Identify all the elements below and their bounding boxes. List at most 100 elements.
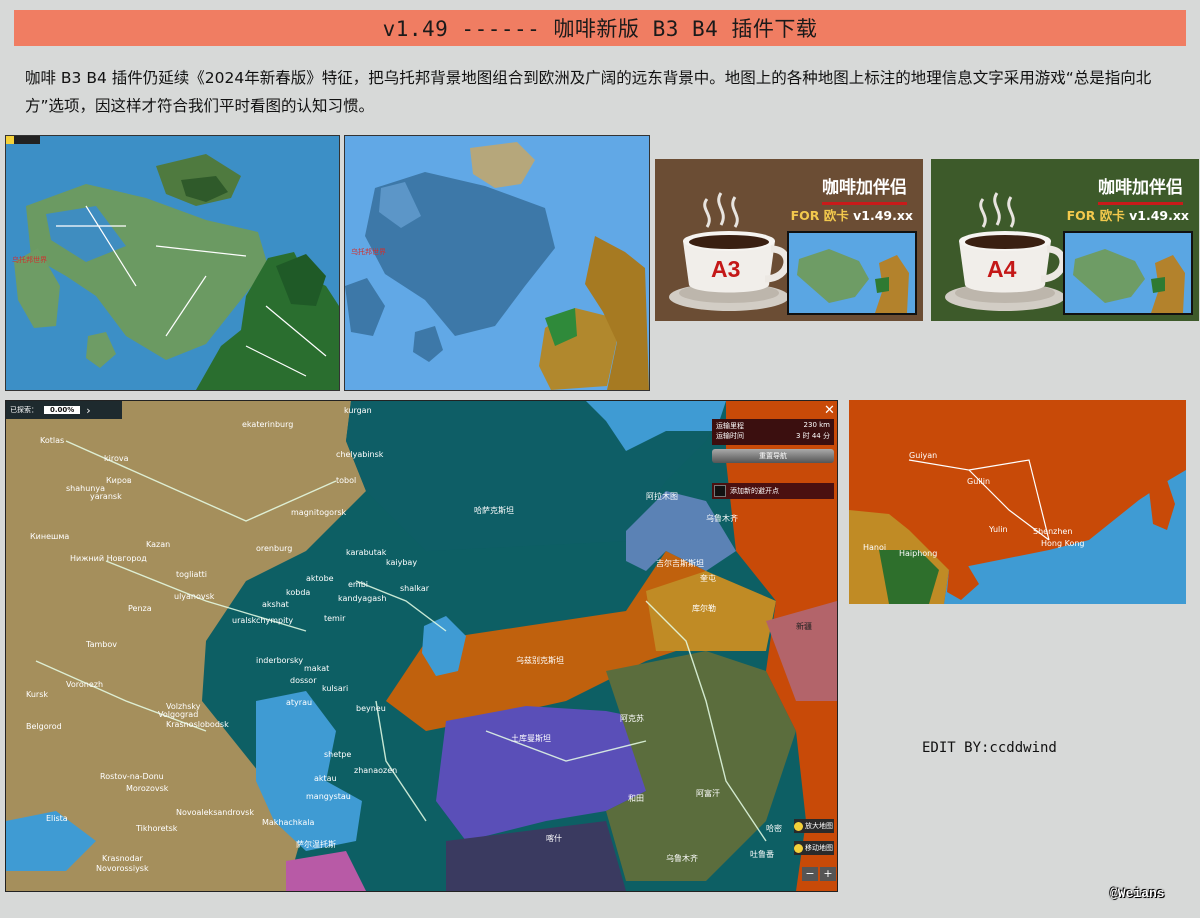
download-card-a4[interactable]: 咖啡加伴侣 FOR 欧卡 v1.49.xx A4: [931, 159, 1199, 321]
preview-map-satellite: 乌托邦世界: [5, 135, 340, 391]
card-title: 咖啡加伴侣: [1098, 173, 1183, 205]
zoom-in-button[interactable]: +: [820, 867, 836, 881]
south-china-map-art: Guiyan Guilin Yulin Shenzhen Hong Kong H…: [849, 451, 1186, 604]
waypoint-icon: [714, 485, 726, 497]
in-game-world-map[interactable]: 哈萨克斯坦 乌兹别克斯坦 土库曼斯坦 阿富汗 吉尔吉斯斯坦 新疆 乌鲁木齐 ku…: [5, 400, 838, 892]
city-label: Tambov: [85, 640, 117, 649]
city-label: Guiyan: [909, 451, 937, 460]
add-waypoint-label: 添加新的避开点: [730, 487, 779, 495]
card-subtitle: FOR 欧卡 v1.49.xx: [1067, 205, 1189, 224]
city-label: yaransk: [90, 492, 122, 501]
distance-value: 230 km: [803, 421, 830, 429]
reset-navigation-button[interactable]: 重置导航: [712, 449, 834, 463]
edit-by-credit: EDIT BY:ccddwind: [922, 740, 1057, 756]
zoom-map-button[interactable]: 放大地图: [794, 819, 834, 833]
coffee-cup-icon: A3: [669, 192, 791, 311]
move-icon: [794, 843, 803, 853]
city-label: Haiphong: [899, 549, 937, 558]
card-code: A3: [711, 256, 740, 282]
south-china-map: Guiyan Guilin Yulin Shenzhen Hong Kong H…: [849, 400, 1186, 604]
city-label: kulsari: [322, 684, 348, 693]
city-label: ulyanovsk: [174, 592, 215, 601]
time-value: 3 时 44 分: [795, 432, 830, 440]
add-waypoint-button[interactable]: 添加新的避开点: [712, 483, 834, 499]
city-label: beyneu: [356, 704, 386, 713]
city-label: 乌鲁木齐: [666, 853, 698, 863]
city-label: uralsk: [232, 616, 257, 625]
city-label: Krasnoslobodsk: [166, 720, 229, 729]
city-label: Novoaleksandrovsk: [176, 808, 254, 817]
city-label: Kazan: [146, 540, 170, 549]
city-label: Yulin: [988, 525, 1008, 534]
city-label: kaiybay: [386, 558, 417, 567]
city-label: akshat: [262, 600, 289, 609]
exploration-progress: 已探索： 0.00% ›: [6, 401, 122, 419]
city-label: Нижний Новгород: [70, 554, 147, 563]
city-label: kirova: [104, 454, 129, 463]
zoom-out-button[interactable]: −: [802, 867, 818, 881]
map-a-label: 乌托邦世界: [12, 255, 47, 264]
city-label: Krasnodar: [102, 854, 144, 863]
city-label: 哈密: [766, 823, 782, 833]
city-label: 喀什: [546, 833, 562, 843]
banner-title: v1.49 ------ 咖啡新版 B3 B4 插件下载: [382, 17, 818, 41]
close-icon[interactable]: ✕: [824, 403, 835, 418]
region-label: 乌鲁木齐: [706, 513, 738, 523]
city-label: 阿克苏: [620, 713, 644, 723]
city-label: orenburg: [256, 544, 292, 553]
city-label: aktobe: [306, 574, 334, 583]
city-label: 阿拉木图: [646, 491, 678, 501]
region-label: 乌兹别克斯坦: [516, 655, 564, 665]
city-label: Novorossiysk: [96, 864, 149, 873]
card-thumbnail: [787, 231, 917, 315]
card-for-label: FOR 欧卡: [790, 208, 849, 223]
move-map-button[interactable]: 移动地图: [794, 841, 834, 855]
city-label: kurgan: [344, 406, 372, 415]
city-label: embi: [348, 580, 368, 589]
map-b-label: 乌托邦世界: [351, 247, 386, 256]
city-label: Morozovsk: [126, 784, 169, 793]
city-label: dossor: [290, 676, 317, 685]
download-card-a3[interactable]: 咖啡加伴侣 FOR 欧卡 v1.49.xx A3: [655, 159, 923, 321]
world-map-art: 哈萨克斯坦 乌兹别克斯坦 土库曼斯坦 阿富汗 吉尔吉斯斯坦 新疆 乌鲁木齐 ku…: [6, 401, 837, 891]
city-label: Kotlas: [40, 436, 64, 445]
chevron-right-icon[interactable]: ›: [86, 404, 90, 417]
city-label: mangystau: [306, 792, 351, 801]
distance-label: 运输里程: [716, 422, 744, 430]
city-label: Hanoi: [863, 543, 886, 552]
city-label: temir: [324, 614, 346, 623]
city-label: shalkar: [400, 584, 430, 593]
city-label: Киров: [106, 476, 132, 485]
card-code: A4: [987, 256, 1017, 282]
city-label: 吐鲁番: [750, 849, 774, 859]
time-label: 运输时间: [716, 432, 744, 440]
city-label: 萨尔温托斯: [296, 839, 336, 849]
city-label: Voronezh: [66, 680, 103, 689]
card-thumbnail: [1063, 231, 1193, 315]
card-for-label: FOR 欧卡: [1066, 208, 1125, 223]
city-label: kobda: [286, 588, 310, 597]
city-label: Shenzhen: [1033, 527, 1072, 536]
card-version: v1.49.xx: [853, 208, 913, 223]
city-label: inderborsky: [256, 656, 303, 665]
watermark: @Weians: [1110, 886, 1165, 901]
city-label: atyrau: [286, 698, 312, 707]
city-label: shetpe: [324, 750, 351, 759]
city-label: magnitogorsk: [291, 508, 347, 517]
city-label: Rostov-na-Donu: [100, 772, 164, 781]
progress-value: 0.00%: [44, 406, 81, 414]
preview-map-flat: 乌托邦世界: [344, 135, 650, 391]
city-label: ekaterinburg: [242, 420, 293, 429]
satellite-map-art: 乌托邦世界: [6, 136, 339, 390]
region-label: 哈萨克斯坦: [474, 505, 514, 515]
city-label: makat: [304, 664, 329, 673]
city-label: Tikhoretsk: [135, 824, 178, 833]
city-label: shahunya: [66, 484, 105, 493]
city-label: 奎屯: [700, 573, 716, 583]
zoom-icon: [794, 821, 803, 831]
city-label: Hong Kong: [1041, 539, 1085, 548]
city-label: Guilin: [967, 477, 990, 486]
move-map-label: 移动地图: [805, 844, 833, 852]
city-label: Volgograd: [158, 710, 198, 719]
city-label: chelyabinsk: [336, 450, 384, 459]
